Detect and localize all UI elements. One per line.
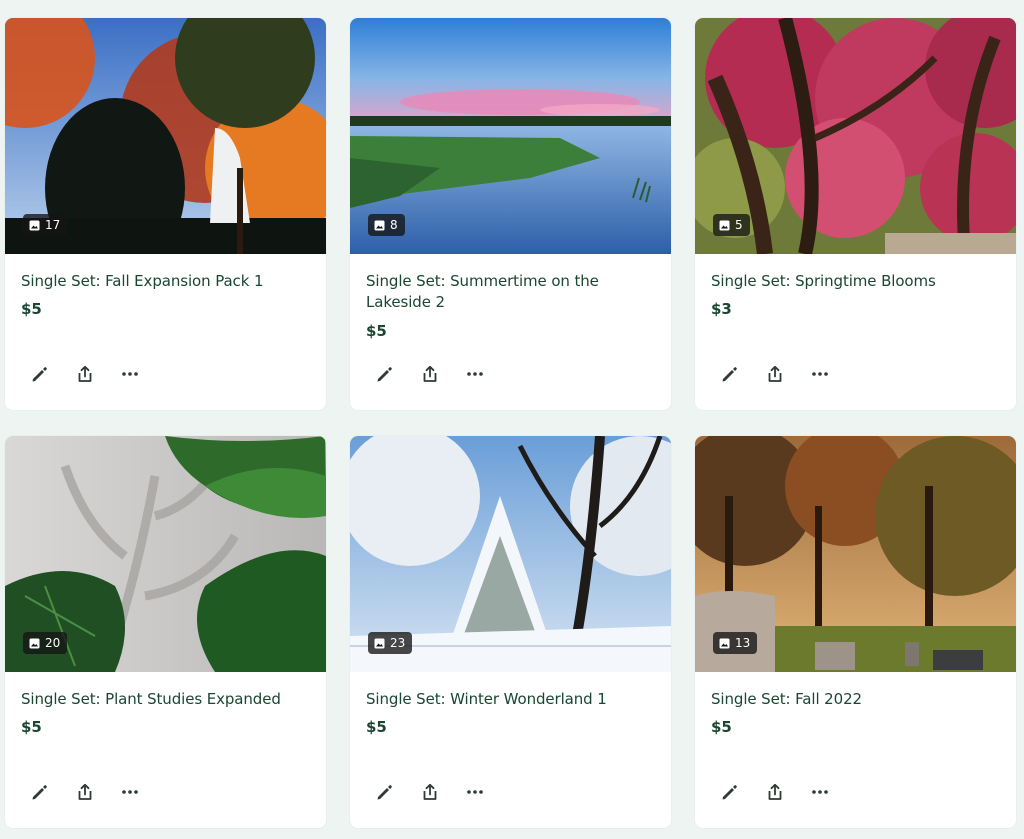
share-button[interactable] bbox=[764, 781, 785, 803]
more-icon bbox=[121, 790, 138, 794]
collection-card[interactable]: 8 Single Set: Summertime on the Lakeside… bbox=[350, 18, 671, 410]
collection-card[interactable]: 17 Single Set: Fall Expansion Pack 1 $5 bbox=[5, 18, 326, 410]
edit-icon bbox=[722, 785, 737, 800]
more-icon bbox=[466, 372, 483, 376]
more-icon bbox=[121, 372, 138, 376]
collection-card[interactable]: 5 Single Set: Springtime Blooms $3 bbox=[695, 18, 1016, 410]
collection-price: $5 bbox=[366, 322, 387, 340]
collection-thumbnail[interactable]: 8 bbox=[350, 18, 671, 254]
edit-icon bbox=[32, 367, 47, 382]
more-options-button[interactable] bbox=[809, 781, 830, 803]
edit-button[interactable] bbox=[29, 363, 50, 385]
photo-count: 13 bbox=[735, 636, 751, 650]
photo-count-badge: 17 bbox=[23, 214, 68, 236]
photo-count-badge: 20 bbox=[23, 632, 68, 654]
share-icon bbox=[423, 783, 436, 800]
collection-thumbnail[interactable]: 13 bbox=[695, 436, 1016, 672]
more-options-button[interactable] bbox=[464, 781, 485, 803]
collection-price: $5 bbox=[21, 718, 42, 736]
collection-card[interactable]: 13 Single Set: Fall 2022 $5 bbox=[695, 436, 1016, 828]
collection-thumbnail[interactable]: 17 bbox=[5, 18, 326, 254]
image-icon bbox=[719, 220, 730, 230]
card-actions bbox=[374, 781, 485, 803]
more-icon bbox=[811, 790, 828, 794]
image-icon bbox=[374, 220, 385, 230]
collection-price: $5 bbox=[21, 300, 42, 318]
image-icon bbox=[719, 638, 730, 648]
card-actions bbox=[29, 781, 140, 803]
card-actions bbox=[29, 363, 140, 385]
photo-count: 17 bbox=[45, 218, 61, 232]
share-icon bbox=[423, 365, 436, 382]
collection-card[interactable]: 20 Single Set: Plant Studies Expanded $5 bbox=[5, 436, 326, 828]
photo-count-badge: 13 bbox=[713, 632, 758, 654]
collection-title[interactable]: Single Set: Summertime on the Lakeside 2 bbox=[366, 271, 655, 313]
edit-icon bbox=[32, 785, 47, 800]
card-actions bbox=[719, 363, 830, 385]
collection-price: $3 bbox=[711, 300, 732, 318]
more-options-button[interactable] bbox=[464, 363, 485, 385]
photo-count: 23 bbox=[390, 636, 406, 650]
collection-title[interactable]: Single Set: Fall Expansion Pack 1 bbox=[21, 271, 310, 292]
collection-title[interactable]: Single Set: Plant Studies Expanded bbox=[21, 689, 310, 710]
edit-icon bbox=[722, 367, 737, 382]
image-icon bbox=[29, 220, 40, 230]
photo-count: 20 bbox=[45, 636, 61, 650]
share-button[interactable] bbox=[419, 781, 440, 803]
share-icon bbox=[78, 783, 91, 800]
more-options-button[interactable] bbox=[809, 363, 830, 385]
share-button[interactable] bbox=[74, 781, 95, 803]
collection-thumbnail[interactable]: 5 bbox=[695, 18, 1016, 254]
edit-button[interactable] bbox=[719, 363, 740, 385]
card-actions bbox=[719, 781, 830, 803]
more-icon bbox=[466, 790, 483, 794]
collection-title[interactable]: Single Set: Springtime Blooms bbox=[711, 271, 1000, 292]
photo-count: 8 bbox=[390, 218, 398, 232]
image-icon bbox=[29, 638, 40, 648]
edit-icon bbox=[377, 367, 392, 382]
photo-count: 5 bbox=[735, 218, 743, 232]
edit-button[interactable] bbox=[374, 781, 395, 803]
share-button[interactable] bbox=[419, 363, 440, 385]
photo-count-badge: 8 bbox=[368, 214, 405, 236]
collection-title[interactable]: Single Set: Winter Wonderland 1 bbox=[366, 689, 655, 710]
collection-thumbnail[interactable]: 23 bbox=[350, 436, 671, 672]
share-button[interactable] bbox=[764, 363, 785, 385]
more-options-button[interactable] bbox=[119, 363, 140, 385]
edit-button[interactable] bbox=[374, 363, 395, 385]
collection-card[interactable]: 23 Single Set: Winter Wonderland 1 $5 bbox=[350, 436, 671, 828]
collection-title[interactable]: Single Set: Fall 2022 bbox=[711, 689, 1000, 710]
edit-icon bbox=[377, 785, 392, 800]
more-options-button[interactable] bbox=[119, 781, 140, 803]
collections-grid: 17 Single Set: Fall Expansion Pack 1 $5 bbox=[0, 0, 1024, 839]
card-actions bbox=[374, 363, 485, 385]
share-icon bbox=[78, 365, 91, 382]
photo-count-badge: 5 bbox=[713, 214, 750, 236]
share-icon bbox=[768, 783, 781, 800]
edit-button[interactable] bbox=[29, 781, 50, 803]
collection-price: $5 bbox=[711, 718, 732, 736]
collection-thumbnail[interactable]: 20 bbox=[5, 436, 326, 672]
edit-button[interactable] bbox=[719, 781, 740, 803]
share-icon bbox=[768, 365, 781, 382]
collection-price: $5 bbox=[366, 718, 387, 736]
image-icon bbox=[374, 638, 385, 648]
share-button[interactable] bbox=[74, 363, 95, 385]
photo-count-badge: 23 bbox=[368, 632, 413, 654]
more-icon bbox=[811, 372, 828, 376]
